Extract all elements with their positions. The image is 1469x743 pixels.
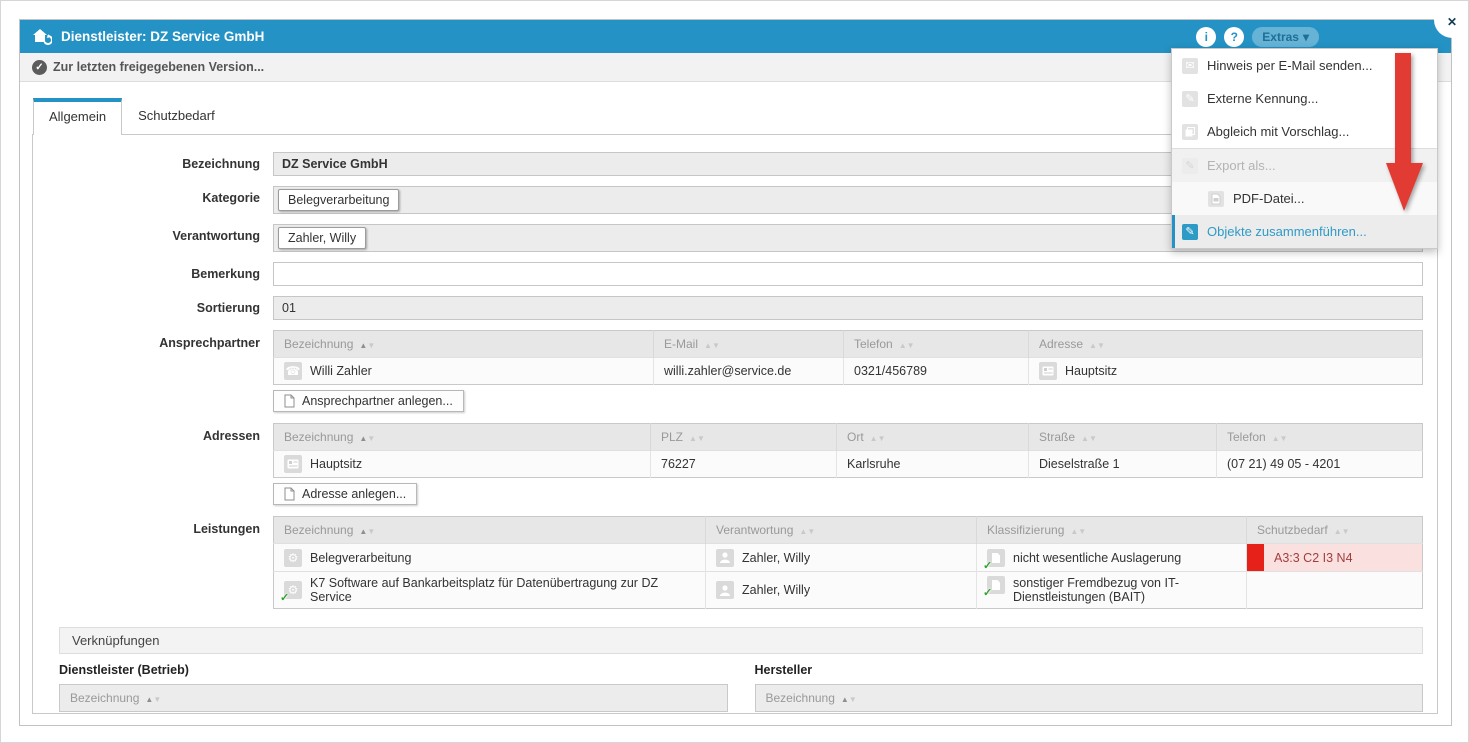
- adressen-table: Bezeichnung▲▼ PLZ▲▼ Ort▲▼ Straße▲▼ Telef…: [273, 423, 1423, 478]
- sort-icon: ▲▼: [359, 434, 375, 443]
- column-header-klassifizierung[interactable]: Klassifizierung▲▼: [977, 517, 1247, 544]
- extras-menu: ✉ Hinweis per E-Mail senden... ✎ Externe…: [1171, 48, 1438, 249]
- classification-doc-icon: ✓: [987, 549, 1005, 567]
- info-icon[interactable]: i: [1196, 27, 1216, 47]
- column-header-email[interactable]: E-Mail▲▼: [654, 331, 844, 358]
- sort-icon: ▲▼: [799, 527, 815, 536]
- bezeichnung-label: Bezeichnung: [33, 152, 273, 176]
- column-header-bezeichnung[interactable]: Bezeichnung▲▼: [274, 517, 706, 544]
- pencil-square-icon: ✎: [1182, 91, 1198, 107]
- schutzbedarf-red-indicator: [1247, 544, 1264, 571]
- menu-item-pdf-datei[interactable]: PDF-Datei...: [1172, 182, 1437, 215]
- sort-icon: ▲▼: [1272, 434, 1288, 443]
- copy-icon: [1182, 124, 1198, 140]
- column-header-adresse[interactable]: Adresse▲▼: [1029, 331, 1423, 358]
- column-header-plz[interactable]: PLZ▲▼: [651, 424, 837, 451]
- kategorie-label: Kategorie: [33, 186, 273, 210]
- verknuepfungen-section: Verknüpfungen Dienstleister (Betrieb) Be…: [59, 627, 1423, 712]
- sort-icon: ▲▼: [870, 434, 886, 443]
- pdf-file-icon: [1208, 191, 1224, 207]
- table-row[interactable]: ⚙Belegverarbeitung Zahler, Willy ✓nicht …: [274, 544, 1423, 572]
- bemerkung-label: Bemerkung: [33, 262, 273, 286]
- merge-edit-icon: ✎: [1182, 224, 1198, 240]
- sortierung-label: Sortierung: [33, 296, 273, 320]
- menu-item-objekte-zusammenfuehren[interactable]: ✎ Objekte zusammenführen...: [1172, 215, 1437, 248]
- menu-item-externe-kennung[interactable]: ✎ Externe Kennung...: [1172, 82, 1437, 115]
- page-title: Dienstleister: DZ Service GmbH: [61, 29, 264, 44]
- column-header-bezeichnung[interactable]: Bezeichnung▲▼: [274, 331, 654, 358]
- column-header-verantwortung[interactable]: Verantwortung▲▼: [706, 517, 977, 544]
- extras-button[interactable]: Extras▾: [1252, 27, 1319, 47]
- help-icon[interactable]: ?: [1224, 27, 1244, 47]
- bemerkung-input[interactable]: [273, 262, 1423, 286]
- sort-icon: ▲▼: [1070, 527, 1086, 536]
- leistungen-header-row: Bezeichnung▲▼ Verantwortung▲▼ Klassifizi…: [274, 517, 1423, 544]
- tab-allgemein[interactable]: Allgemein: [33, 98, 122, 135]
- menu-item-export-als: ✎ Export als...: [1172, 148, 1437, 182]
- column-header-schutzbedarf[interactable]: Schutzbedarf▲▼: [1247, 517, 1423, 544]
- column-header-ort[interactable]: Ort▲▼: [837, 424, 1029, 451]
- close-icon[interactable]: ✕: [1442, 12, 1462, 32]
- table-row[interactable]: ⚙✓K7 Software auf Bankarbeitsplatz für D…: [274, 572, 1423, 609]
- menu-item-hinweis-email[interactable]: ✉ Hinweis per E-Mail senden...: [1172, 49, 1437, 82]
- person-icon: [716, 581, 734, 599]
- sort-icon: ▲▼: [1081, 434, 1097, 443]
- leistungen-table: Bezeichnung▲▼ Verantwortung▲▼ Klassifizi…: [273, 516, 1423, 609]
- sort-icon: ▲▼: [704, 341, 720, 350]
- ansprechpartner-header-row: Bezeichnung▲▼ E-Mail▲▼ Telefon▲▼ Adresse…: [274, 331, 1423, 358]
- column-header-strasse[interactable]: Straße▲▼: [1029, 424, 1217, 451]
- address-card-icon: [284, 455, 302, 473]
- menu-item-abgleich-vorschlag[interactable]: Abgleich mit Vorschlag...: [1172, 115, 1437, 148]
- add-adresse-button[interactable]: Adresse anlegen...: [273, 483, 417, 505]
- leistungen-label: Leistungen: [33, 516, 273, 542]
- ansprechpartner-label: Ansprechpartner: [33, 330, 273, 356]
- sort-icon: ▲▼: [899, 341, 915, 350]
- chevron-down-icon: ▾: [1303, 30, 1309, 44]
- sort-icon: ▲▼: [1334, 527, 1350, 536]
- dienstleister-betrieb-table-header[interactable]: Bezeichnung▲▼: [59, 684, 728, 712]
- sort-icon: ▲▼: [145, 695, 161, 704]
- new-page-icon: [284, 487, 295, 501]
- export-icon: ✎: [1182, 158, 1198, 174]
- person-icon: [716, 549, 734, 567]
- verknuepfungen-header: Verknüpfungen: [59, 627, 1423, 654]
- classification-doc-icon: ✓: [987, 576, 1005, 594]
- last-released-version-link[interactable]: Zur letzten freigegebenen Version...: [53, 60, 264, 74]
- column-header-bezeichnung[interactable]: Bezeichnung▲▼: [274, 424, 651, 451]
- column-header-telefon[interactable]: Telefon▲▼: [1217, 424, 1423, 451]
- check-circle-icon: ✓: [32, 60, 47, 75]
- address-card-icon: [1039, 362, 1057, 380]
- adressen-label: Adressen: [33, 423, 273, 449]
- envelope-icon: ✉: [1182, 58, 1198, 74]
- adressen-header-row: Bezeichnung▲▼ PLZ▲▼ Ort▲▼ Straße▲▼ Telef…: [274, 424, 1423, 451]
- table-row[interactable]: Hauptsitz 76227 Karlsruhe Dieselstraße 1…: [274, 451, 1423, 478]
- dienstleister-betrieb-label: Dienstleister (Betrieb): [59, 663, 728, 677]
- sort-icon: ▲▼: [1089, 341, 1105, 350]
- sortierung-field: 01: [273, 296, 1423, 320]
- ansprechpartner-table: Bezeichnung▲▼ E-Mail▲▼ Telefon▲▼ Adresse…: [273, 330, 1423, 385]
- table-row[interactable]: ☎Willi Zahler willi.zahler@service.de 03…: [274, 358, 1423, 385]
- sort-icon: ▲▼: [689, 434, 705, 443]
- sort-icon: ▲▼: [841, 695, 857, 704]
- add-ansprechpartner-button[interactable]: Ansprechpartner anlegen...: [273, 390, 464, 412]
- verantwortung-label: Verantwortung: [33, 224, 273, 248]
- check-icon: ✓: [983, 559, 992, 572]
- hersteller-table-header[interactable]: Bezeichnung▲▼: [755, 684, 1424, 712]
- kategorie-chip[interactable]: Belegverarbeitung: [278, 189, 399, 211]
- hersteller-label: Hersteller: [755, 663, 1424, 677]
- sort-icon: ▲▼: [359, 341, 375, 350]
- service-gear-icon: ⚙✓: [284, 581, 302, 599]
- column-header-telefon[interactable]: Telefon▲▼: [844, 331, 1029, 358]
- app-window-backdrop: Dienstleister: DZ Service GmbH i ? Extra…: [0, 0, 1469, 743]
- sort-icon: ▲▼: [359, 527, 375, 536]
- dienstleister-house-icon: [32, 28, 52, 45]
- contact-phone-icon: ☎: [284, 362, 302, 380]
- tab-schutzbedarf[interactable]: Schutzbedarf: [122, 97, 231, 134]
- new-page-icon: [284, 394, 295, 408]
- verantwortung-chip[interactable]: Zahler, Willy: [278, 227, 366, 249]
- check-icon: ✓: [280, 591, 289, 604]
- check-icon: ✓: [983, 586, 992, 599]
- service-gear-icon: ⚙: [284, 549, 302, 567]
